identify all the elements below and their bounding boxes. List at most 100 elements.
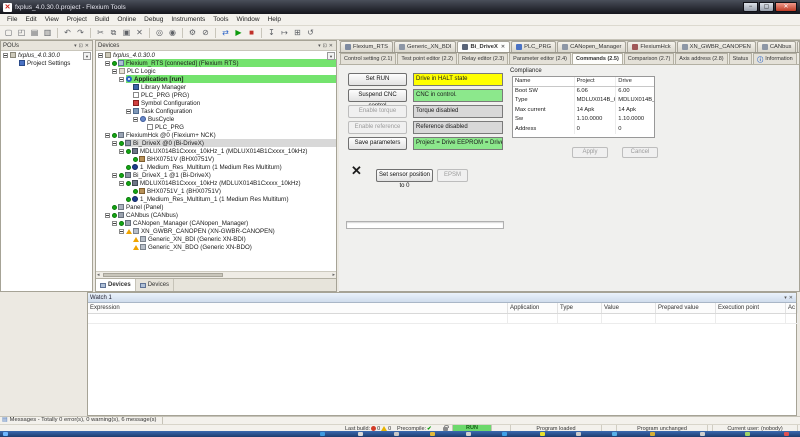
tree-item[interactable]: Panel (Panel) [96,203,336,211]
tab-axis-address-2-8-[interactable]: Axis address (2.8) [675,53,727,64]
tree-item[interactable]: 1_Medium_Res_Multiturn (1 Medium Res Mul… [96,163,336,171]
reset-icon[interactable]: ↺ [305,27,316,39]
paste-icon[interactable]: ▣ [121,27,132,39]
find-replace-icon[interactable]: ◉ [167,27,178,39]
watch-cell[interactable] [656,314,716,324]
expander-icon[interactable] [119,229,124,234]
tree-item[interactable]: CANopen_Manager (CANopen_Manager) [96,219,336,227]
tree-item[interactable]: fxplus_4.0.30.0 [96,51,336,59]
save-parameters-button[interactable]: Save parameters [348,137,407,150]
tab-control-setting-2-1-[interactable]: Control setting (2.1) [340,53,396,64]
expander-icon[interactable] [98,53,103,58]
tree-item[interactable]: BusCycle [96,115,336,123]
tree-item[interactable]: MDLUX014B1Cxxxx_10kHz (MDLUX014B1Cxxxx_1… [96,179,336,187]
watch-cell[interactable] [558,314,602,324]
watch-cell[interactable] [88,314,508,324]
expander-icon[interactable] [3,53,8,58]
save-icon[interactable]: ▤ [29,27,40,39]
taskbar-icon[interactable] [612,432,617,436]
enable-reference-button[interactable]: Enable reference [348,121,407,134]
horizontal-scrollbar[interactable]: ◂ ▸ [96,271,336,278]
tree-item[interactable]: Bi_DriveX @0 (Bi-DriveX) [96,139,336,147]
taskbar-icon[interactable] [700,432,705,436]
tab-comparison-2-7-[interactable]: Comparison (2.7) [624,53,675,64]
expander-icon[interactable] [112,141,117,146]
expander-icon[interactable] [112,173,117,178]
scrollbar-thumb[interactable] [103,273,223,277]
expander-icon[interactable] [112,221,117,226]
menu-view[interactable]: View [41,16,63,23]
build-icon[interactable]: ⚙ [187,27,198,39]
watch-column-value[interactable]: Value [602,303,656,313]
watch-column-ac[interactable]: Ac [786,303,798,313]
cancel-button[interactable]: Cancel [622,147,658,158]
tree-item[interactable]: CANbus (CANbus) [96,211,336,219]
doc-tab-plc_prg[interactable]: PLC_PRG [511,41,556,52]
tree-item[interactable]: Generic_XN_BDI (Generic XN-BDI) [96,235,336,243]
tree-item[interactable]: PLC_PRG [96,123,336,131]
expander-icon[interactable] [119,181,124,186]
taskbar-icon[interactable] [784,432,789,436]
set-run-button[interactable]: Set RUN [348,73,407,86]
root-combo-dropdown[interactable]: ▾ [83,52,91,60]
expander-icon[interactable] [133,117,138,122]
watch-empty-row[interactable] [88,314,796,324]
expander-icon[interactable] [126,109,131,114]
suspend-cnc-control-button[interactable]: Suspend CNC control [348,89,407,102]
tree-item[interactable]: 1_Medium_Res_Multiturn_1 (1 Medium Res M… [96,195,336,203]
find-icon[interactable]: ◎ [154,27,165,39]
undo-icon[interactable]: ↶ [62,27,73,39]
tree-item[interactable]: Application [run] [96,75,336,83]
scroll-right-icon[interactable]: ▸ [332,272,335,278]
expander-icon[interactable] [112,69,117,74]
devices-tab[interactable]: Devices [96,279,136,291]
tree-item[interactable]: Bi_DriveX_1 @1 (Bi-DriveX) [96,171,336,179]
cut-icon[interactable]: ✂ [95,27,106,39]
panel-close-icon[interactable]: ✕ [84,43,90,49]
tab-commands-2-5-[interactable]: Commands (2.5) [572,53,623,64]
tree-item[interactable]: Symbol Configuration [96,99,336,107]
root-combo-dropdown[interactable]: ▾ [327,52,335,60]
taskbar-icon[interactable] [540,432,545,436]
enable-torque-button[interactable]: Enable torque [348,105,407,118]
tree-item[interactable]: Library Manager [96,83,336,91]
tree-item[interactable]: FlexiumHck @0 (Flexium+ NCK) [96,131,336,139]
taskbar-icon[interactable] [576,432,581,436]
windows-taskbar[interactable] [0,431,800,437]
tree-item[interactable]: MDLUX014B1Cxxxx_10kHz_1 (MDLUX014B1Cxxxx… [96,147,336,155]
step-over-icon[interactable]: ↦ [279,27,290,39]
tree-item[interactable]: Task Configuration [96,107,336,115]
taskbar-icon[interactable] [358,432,363,436]
doc-tab-flexium_rts[interactable]: Flexium_RTS [340,41,393,52]
doc-tab-library[interactable]: Library▾ [797,41,799,52]
taskbar-icon[interactable] [650,432,655,436]
doc-tab-flexiumhck[interactable]: FlexiumHck [627,41,675,52]
doc-tab-bi_drivex[interactable]: Bi_DriveX✕ [457,41,510,52]
expander-icon[interactable] [105,61,110,66]
taskbar-icon[interactable] [466,432,471,436]
menu-edit[interactable]: Edit [21,16,40,23]
tree-item-project-root[interactable]: fxplus_4.0.30.0 [1,51,92,59]
print-icon[interactable]: ▥ [42,27,53,39]
devices-tab[interactable]: Devices [136,279,174,291]
watch-cell[interactable] [716,314,786,324]
tab-status[interactable]: Status [729,53,753,64]
tree-item[interactable]: Generic_XN_BDO (Generic XN-BDO) [96,243,336,251]
menu-file[interactable]: File [3,16,21,23]
tree-item[interactable]: BHX0751V (BHX0751V) [96,155,336,163]
expander-icon[interactable] [105,133,110,138]
menu-instruments[interactable]: Instruments [167,16,209,23]
doc-tab-canopen_manager[interactable]: CANopen_Manager [557,41,626,52]
tree-item[interactable]: XN_GWBR_CANOPEN (XN-GWBR-CANOPEN) [96,227,336,235]
tree-item[interactable]: Flexium_RTS [connected] (Flexium RTS) [96,59,336,67]
login-icon[interactable]: ⇄ [220,27,231,39]
expander-icon[interactable] [119,77,124,82]
expander-icon[interactable] [105,213,110,218]
start-icon[interactable]: ▶ [233,27,244,39]
taskbar-icon[interactable] [3,432,8,436]
watch-column-execution-point[interactable]: Execution point [716,303,786,313]
tree-item[interactable]: BHX0751V_1 (BHX0751V) [96,187,336,195]
taskbar-icon[interactable] [430,432,435,436]
menu-window[interactable]: Window [232,16,263,23]
taskbar-icon[interactable] [394,432,399,436]
